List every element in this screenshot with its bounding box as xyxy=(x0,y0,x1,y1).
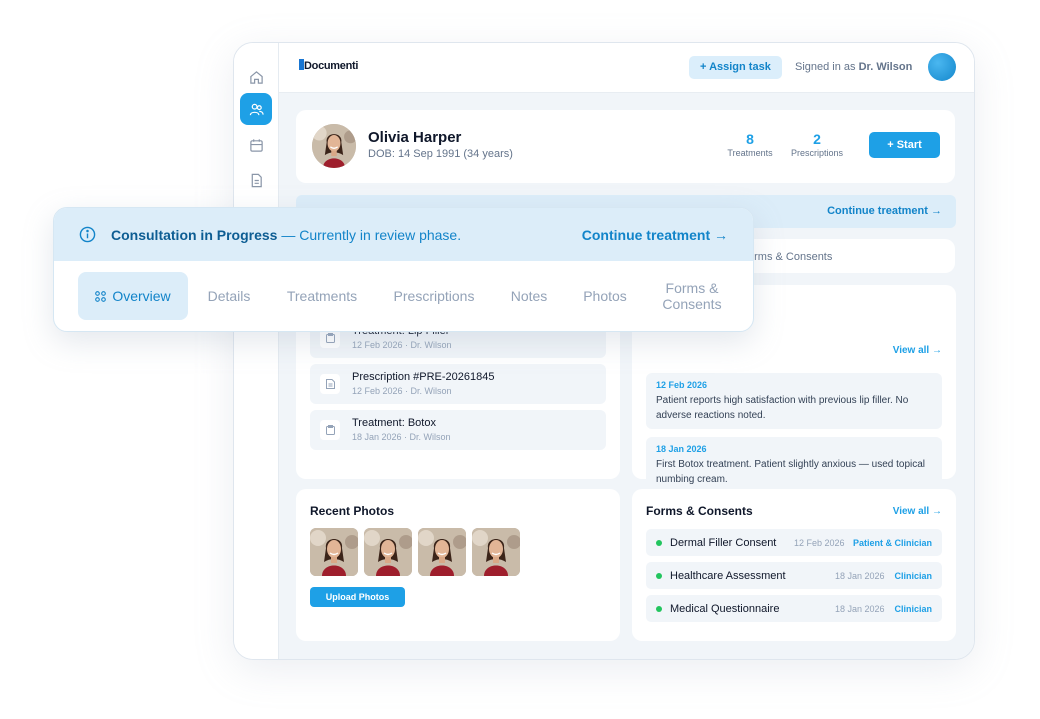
stat-treatments-label: Treatments xyxy=(727,148,773,158)
tab-details[interactable]: Details xyxy=(200,272,258,320)
form-signer: Clinician xyxy=(894,604,932,614)
timeline-item-meta: 18 Jan 2026 · Dr. Wilson xyxy=(352,432,451,442)
home-icon xyxy=(249,70,263,84)
patient-avatar xyxy=(312,124,356,168)
stat-treatments-value: 8 xyxy=(746,131,754,147)
form-name: Medical Questionnaire xyxy=(670,603,780,615)
timeline-item[interactable]: Prescription #PRE-20261845 12 Feb 2026 ·… xyxy=(310,364,606,404)
notes-view-all-link[interactable]: View all → xyxy=(893,345,942,356)
clipboard-icon xyxy=(320,420,340,440)
note-date: 18 Jan 2026 xyxy=(656,444,707,454)
patient-name: Olivia Harper xyxy=(368,129,462,146)
stat-prescriptions-value: 2 xyxy=(813,131,821,147)
timeline-item-meta: 12 Feb 2026 · Dr. Wilson xyxy=(352,386,452,396)
forms-title: Forms & Consents xyxy=(646,504,753,518)
topbar: Documenti + Assign task Signed in as Dr.… xyxy=(279,43,974,93)
photos-card: Recent Photos Upload Photos xyxy=(296,489,620,641)
form-signer: Clinician xyxy=(894,571,932,581)
photo-thumbnail[interactable] xyxy=(364,528,412,576)
stat-prescriptions-label: Prescriptions xyxy=(790,148,844,158)
form-name: Dermal Filler Consent xyxy=(670,537,777,549)
status-dot xyxy=(656,540,662,546)
upload-photos-button[interactable]: Upload Photos xyxy=(310,587,405,607)
form-row[interactable]: Healthcare Assessment 18 Jan 2026 Clinic… xyxy=(646,562,942,589)
tab-forms-partial[interactable]: orms & Consents xyxy=(748,251,832,263)
timeline-item-meta: 12 Feb 2026 · Dr. Wilson xyxy=(352,340,452,350)
calendar-icon xyxy=(249,138,263,152)
consultation-status-text: Consultation in Progress — Currently in … xyxy=(111,227,461,243)
continue-treatment-link-background[interactable]: Continue treatment → xyxy=(827,205,942,217)
note-item[interactable]: 18 Jan 2026 First Botox treatment. Patie… xyxy=(646,437,942,493)
timeline-item-title: Prescription #PRE-20261845 xyxy=(352,371,495,383)
tab-notes[interactable]: Notes xyxy=(506,272,552,320)
photo-thumbnail[interactable] xyxy=(310,528,358,576)
consultation-status-title: Consultation in Progress xyxy=(111,227,278,243)
document-icon xyxy=(320,374,340,394)
tab-photos[interactable]: Photos xyxy=(578,272,632,320)
note-item[interactable]: 12 Feb 2026 Patient reports high satisfa… xyxy=(646,373,942,429)
info-icon xyxy=(79,226,96,243)
signed-in-label: Signed in as Dr. Wilson xyxy=(795,61,912,73)
tab-overview[interactable]: Overview xyxy=(78,272,188,320)
form-row[interactable]: Dermal Filler Consent 12 Feb 2026 Patien… xyxy=(646,529,942,556)
form-date: 18 Jan 2026 xyxy=(835,604,885,614)
tab-treatments[interactable]: Treatments xyxy=(282,272,362,320)
document-icon xyxy=(251,173,262,187)
sidebar-item-patients[interactable] xyxy=(240,93,272,125)
tab-forms-consents[interactable]: Forms & Consents xyxy=(654,272,730,320)
logo-text: Documenti xyxy=(304,60,359,72)
sidebar-item-home[interactable] xyxy=(240,61,272,93)
consultation-overlay: Consultation in Progress — Currently in … xyxy=(53,207,754,332)
grid-icon xyxy=(95,290,107,302)
continue-treatment-link[interactable]: Continue treatment → xyxy=(582,227,728,243)
stage: Documenti + Assign task Signed in as Dr.… xyxy=(0,0,1040,719)
patient-card: Olivia Harper DOB: 14 Sep 1991 (34 years… xyxy=(296,110,955,183)
form-name: Healthcare Assessment xyxy=(670,570,786,582)
user-avatar[interactable] xyxy=(928,53,956,81)
form-date: 12 Feb 2026 xyxy=(794,538,845,548)
stat-prescriptions: 2 Prescriptions xyxy=(786,131,848,158)
form-signer: Patient & Clinician xyxy=(852,538,932,548)
photo-thumbnail[interactable] xyxy=(418,528,466,576)
photos-title: Recent Photos xyxy=(310,504,395,518)
app-logo: Documenti xyxy=(299,59,358,72)
form-row[interactable]: Medical Questionnaire 18 Jan 2026 Clinic… xyxy=(646,595,942,622)
form-date: 18 Jan 2026 xyxy=(835,571,885,581)
app-window: Documenti + Assign task Signed in as Dr.… xyxy=(233,42,975,660)
start-button[interactable]: + Start xyxy=(869,132,940,158)
tab-prescriptions[interactable]: Prescriptions xyxy=(388,272,480,320)
timeline-item-title: Treatment: Botox xyxy=(352,417,436,429)
sidebar-item-calendar[interactable] xyxy=(240,129,272,161)
main-content: Olivia Harper DOB: 14 Sep 1991 (34 years… xyxy=(279,93,974,659)
sidebar xyxy=(234,43,279,659)
consultation-banner: Consultation in Progress — Currently in … xyxy=(54,208,753,261)
forms-card: Forms & Consents View all → Dermal Fille… xyxy=(632,489,956,641)
note-text: Patient reports high satisfaction with p… xyxy=(656,395,909,421)
signed-prefix: Signed in as xyxy=(795,61,856,73)
status-dot xyxy=(656,573,662,579)
users-icon xyxy=(249,103,264,115)
photo-thumbnail[interactable] xyxy=(472,528,520,576)
forms-view-all-link[interactable]: View all → xyxy=(893,506,942,517)
status-dot xyxy=(656,606,662,612)
note-date: 12 Feb 2026 xyxy=(656,380,708,390)
signed-user: Dr. Wilson xyxy=(858,61,913,73)
note-text: First Botox treatment. Patient slightly … xyxy=(656,459,926,485)
stat-treatments: 8 Treatments xyxy=(721,131,779,158)
sidebar-item-documents[interactable] xyxy=(240,164,272,196)
timeline-item[interactable]: Treatment: Botox 18 Jan 2026 · Dr. Wilso… xyxy=(310,410,606,450)
assign-task-button[interactable]: + Assign task xyxy=(689,56,782,79)
patient-dob: DOB: 14 Sep 1991 (34 years) xyxy=(368,148,513,160)
consultation-status-subtitle: — Currently in review phase. xyxy=(281,227,462,243)
tab-overview-label: Overview xyxy=(112,288,171,304)
